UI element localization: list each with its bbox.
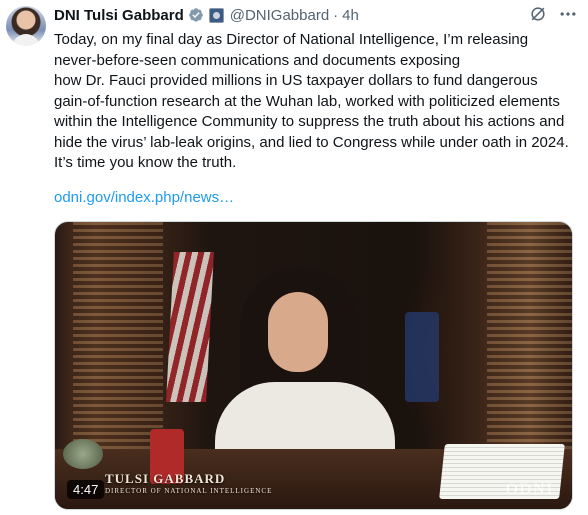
verified-badge-icon — [188, 8, 203, 22]
tweet-text-line: within the Intelligence Community to sup… — [54, 113, 565, 130]
affiliate-badge-icon — [208, 7, 224, 23]
tweet-text-line: It’s time you know the truth. — [54, 154, 237, 171]
separator-dot: · — [333, 6, 339, 24]
lower-third-name: TULSI GABBARD — [105, 471, 226, 486]
speaker-face — [268, 292, 328, 372]
more-options-icon[interactable] — [558, 4, 578, 24]
video-duration: 4:47 — [67, 480, 105, 499]
tweet-link[interactable]: odni.gov/index.php/news… — [54, 189, 234, 206]
tweet-text-line: gain-of-function research at the Wuhan l… — [54, 92, 560, 110]
lower-third-title: DIRECTOR OF NATIONAL INTELLIGENCE — [105, 487, 273, 495]
tweet-text-line: hide the virus’ lab-leak origins, and li… — [54, 133, 569, 151]
timestamp[interactable]: 4h — [342, 7, 359, 24]
author-handle[interactable]: @DNIGabbard — [230, 7, 329, 24]
lower-third: TULSI GABBARD DIRECTOR OF NATIONAL INTEL… — [105, 471, 272, 495]
header-actions — [528, 4, 578, 24]
american-flag — [166, 252, 214, 402]
avatar[interactable] — [6, 6, 46, 46]
tweet-text-line: Today, on my final day as Director of Na… — [54, 31, 529, 48]
author-name[interactable]: DNI Tulsi Gabbard — [54, 7, 184, 24]
video-player[interactable]: TULSI GABBARD DIRECTOR OF NATIONAL INTEL… — [54, 221, 573, 510]
avatar-shoulders — [12, 34, 40, 46]
tweet-text: Today, on my final day as Director of Na… — [54, 30, 580, 174]
navy-flag — [405, 312, 439, 402]
video-watermark: ODNI — [506, 481, 554, 498]
plant — [63, 439, 103, 469]
tweet-text-line: how Dr. Fauci provided millions in US ta… — [54, 72, 538, 89]
tweet-header: DNI Tulsi Gabbard @DNIGabbard · 4h — [54, 4, 578, 26]
tweet-text-line: never-before-seen communications and doc… — [54, 51, 461, 69]
grok-icon[interactable] — [528, 4, 548, 24]
